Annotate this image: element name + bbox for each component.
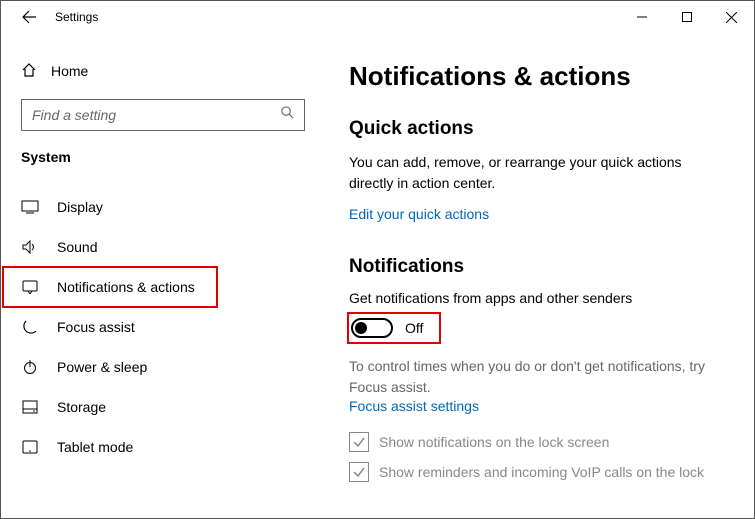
search-wrap — [21, 99, 305, 131]
sidebar-item-label: Storage — [57, 399, 106, 415]
toggle-state-label: Off — [405, 320, 423, 336]
titlebar: Settings — [1, 1, 754, 33]
checkbox-icon — [349, 432, 369, 452]
sidebar-item-focus[interactable]: Focus assist — [17, 307, 321, 347]
quick-actions-title: Quick actions — [349, 118, 726, 140]
main-content: Notifications & actions Quick actions Yo… — [321, 33, 754, 518]
maximize-icon — [682, 12, 692, 22]
home-link[interactable]: Home — [21, 53, 321, 89]
page-title: Notifications & actions — [349, 61, 726, 92]
sidebar-item-label: Display — [57, 199, 103, 215]
minimize-icon — [637, 12, 647, 22]
sidebar-item-tablet[interactable]: Tablet mode — [17, 427, 321, 467]
sidebar-category: System — [21, 149, 321, 165]
sidebar-item-label: Tablet mode — [57, 439, 133, 455]
sidebar-item-power[interactable]: Power & sleep — [17, 347, 321, 387]
search-input[interactable] — [21, 99, 305, 131]
checkbox-lockscreen[interactable]: Show notifications on the lock screen — [349, 432, 726, 452]
close-button[interactable] — [709, 1, 754, 33]
focus-icon — [21, 319, 39, 335]
close-icon — [726, 12, 737, 23]
storage-icon — [21, 400, 39, 414]
sidebar: Home System Display Sound Notifications … — [1, 33, 321, 518]
edit-quick-actions-link[interactable]: Edit your quick actions — [349, 206, 489, 222]
notifications-toggle-label: Get notifications from apps and other se… — [349, 290, 726, 306]
window-title: Settings — [55, 10, 619, 24]
checkbox-label: Show reminders and incoming VoIP calls o… — [379, 464, 704, 480]
home-icon — [21, 62, 37, 81]
maximize-button[interactable] — [664, 1, 709, 33]
focus-assist-hint: To control times when you do or don't ge… — [349, 356, 726, 398]
sidebar-item-label: Notifications & actions — [57, 279, 195, 295]
sidebar-item-sound[interactable]: Sound — [17, 227, 321, 267]
checkbox-label: Show notifications on the lock screen — [379, 434, 609, 450]
sidebar-item-display[interactable]: Display — [17, 187, 321, 227]
checkbox-icon — [349, 462, 369, 482]
toggle-knob-icon — [355, 322, 367, 334]
sidebar-item-label: Sound — [57, 239, 97, 255]
power-icon — [21, 359, 39, 375]
minimize-button[interactable] — [619, 1, 664, 33]
notifications-toggle-row: Off — [349, 314, 439, 342]
back-button[interactable] — [15, 9, 43, 25]
sound-icon — [21, 240, 39, 254]
home-label: Home — [51, 63, 88, 79]
window-controls — [619, 1, 754, 33]
checkbox-voip[interactable]: Show reminders and incoming VoIP calls o… — [349, 462, 726, 482]
quick-actions-desc: You can add, remove, or rearrange your q… — [349, 152, 726, 194]
arrow-left-icon — [21, 9, 37, 25]
search-icon — [280, 105, 295, 125]
focus-assist-settings-link[interactable]: Focus assist settings — [349, 398, 726, 414]
sidebar-item-storage[interactable]: Storage — [17, 387, 321, 427]
sidebar-item-notifications[interactable]: Notifications & actions — [3, 267, 217, 307]
sidebar-item-label: Power & sleep — [57, 359, 147, 375]
notifications-title: Notifications — [349, 256, 726, 278]
sidebar-item-label: Focus assist — [57, 319, 135, 335]
notifications-toggle[interactable] — [351, 318, 393, 338]
tablet-icon — [21, 440, 39, 454]
display-icon — [21, 200, 39, 214]
notifications-icon — [21, 280, 39, 294]
